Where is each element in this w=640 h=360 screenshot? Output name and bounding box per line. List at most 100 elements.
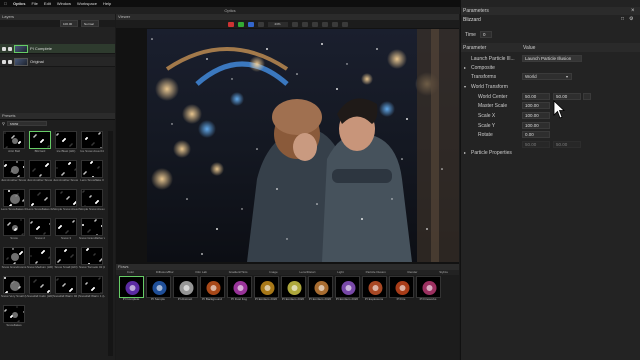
- preset-thumbnail: [3, 305, 25, 323]
- preset-item[interactable]: Snow Medium (HD): [27, 247, 53, 274]
- menu-workspace[interactable]: Workspace: [77, 0, 97, 7]
- preset-item[interactable]: Lens Snowflakes 01: [1, 189, 27, 216]
- time-field[interactable]: 0: [479, 31, 492, 38]
- flow-item[interactable]: PI Emitters 2020: [253, 276, 279, 302]
- flow-tab[interactable]: Lens/Distort: [299, 270, 315, 275]
- presets-search-input[interactable]: snow: [6, 120, 47, 126]
- preset-item[interactable]: Snowfall Warm 1 (HD): [79, 276, 105, 303]
- menu-edit[interactable]: Edit: [44, 0, 51, 7]
- preset-item[interactable]: Snowflakes: [2, 305, 26, 332]
- preset-item[interactable]: Just Another Snow 0: [27, 160, 53, 187]
- flow-tab[interactable]: Film Lab: [195, 270, 207, 275]
- apple-icon[interactable]: : [4, 0, 7, 7]
- visibility-checkbox[interactable]: [2, 46, 6, 51]
- preset-item[interactable]: Artic Ball: [2, 131, 26, 158]
- blend-mode-select[interactable]: Normal: [81, 20, 99, 27]
- world-center-x-field[interactable]: 50.00: [522, 93, 550, 100]
- layer-row-original[interactable]: Original: [0, 57, 115, 67]
- preset-item[interactable]: Snow Very Small (HD): [1, 276, 27, 303]
- flow-item[interactable]: PI Sample: [145, 276, 171, 302]
- mask-icon[interactable]: [341, 21, 348, 27]
- flow-item[interactable]: PI Abstract: [172, 276, 198, 302]
- enable-checkbox[interactable]: [8, 46, 12, 51]
- grid-icon[interactable]: [321, 21, 328, 27]
- particle-properties-row[interactable]: ▸ Particle Properties: [461, 148, 640, 157]
- flow-item[interactable]: PI Fire: [388, 276, 414, 302]
- flow-tab[interactable]: Light: [337, 270, 344, 275]
- presets-scrollbar[interactable]: [108, 131, 113, 356]
- preset-item[interactable]: Snowfall Warm 02 (HD): [53, 276, 79, 303]
- split-view-icon[interactable]: [301, 21, 308, 27]
- preset-label: Simple Snow Area 2: [79, 208, 105, 211]
- preset-label: Lens Snowflakes 02: [27, 208, 53, 211]
- scale-x-field[interactable]: 100.00: [522, 112, 550, 119]
- flow-item[interactable]: PI Fireworks: [415, 276, 441, 302]
- preset-item[interactable]: Just Another Snow 03: [53, 160, 79, 187]
- camera-icon[interactable]: [331, 21, 338, 27]
- world-transform-row[interactable]: ▾ World Transform: [461, 82, 640, 91]
- flow-tab[interactable]: Gradient/Tints: [229, 270, 248, 275]
- settings-icon[interactable]: ⚙: [629, 16, 633, 22]
- flow-tab[interactable]: Color: [127, 270, 134, 275]
- flow-item[interactable]: PI Complete: [118, 276, 144, 302]
- preset-label: Ice Blast (HD): [56, 150, 76, 153]
- menu-help[interactable]: Help: [103, 0, 111, 7]
- fit-icon[interactable]: [291, 21, 298, 27]
- alpha-icon[interactable]: [257, 21, 264, 27]
- flow-item[interactable]: PI Background: [199, 276, 225, 302]
- world-center-picker[interactable]: [583, 93, 591, 100]
- flow-item[interactable]: PI Emitters 2020: [280, 276, 306, 302]
- preset-item[interactable]: Snowfall Calm (HD): [27, 276, 53, 303]
- master-scale-field[interactable]: 100.00: [522, 102, 550, 109]
- preset-item[interactable]: Simple Snow Area 2: [79, 189, 105, 216]
- flow-item[interactable]: PI Emitters 2020: [307, 276, 333, 302]
- menu-app[interactable]: Optics: [13, 0, 25, 7]
- rotate-field[interactable]: 0.00: [522, 131, 550, 138]
- preset-item[interactable]: Snow Grandmoms: [2, 247, 26, 274]
- flow-thumbnail: [415, 276, 441, 298]
- layer-opacity-field[interactable]: 100.00: [60, 20, 78, 27]
- flow-tab[interactable]: Stylize: [439, 270, 448, 275]
- red-channel-icon[interactable]: [227, 21, 234, 27]
- preset-item[interactable]: Snow Tornado 02 (HD): [79, 247, 105, 274]
- compare-icon[interactable]: [311, 21, 318, 27]
- world-center-y-field[interactable]: 50.00: [553, 93, 581, 100]
- preset-thumbnail: [81, 218, 103, 236]
- menu-window[interactable]: Window: [57, 0, 71, 7]
- preset-item[interactable]: Snow: [2, 218, 26, 245]
- preset-item[interactable]: Lens Snowflake 0: [80, 160, 104, 187]
- save-icon[interactable]: □: [621, 16, 624, 22]
- composite-row[interactable]: ▸ Composite: [461, 63, 640, 72]
- close-icon[interactable]: ×: [631, 7, 635, 15]
- transforms-select[interactable]: World: [522, 73, 572, 80]
- preset-item[interactable]: Snow Small (HD): [54, 247, 78, 274]
- preset-item[interactable]: Lens Snowflakes 02: [27, 189, 53, 216]
- visibility-checkbox[interactable]: [2, 59, 6, 64]
- preset-item[interactable]: Just Another Snow 01: [1, 160, 27, 187]
- preset-item[interactable]: Blizzard: [28, 131, 52, 158]
- world-transform-label: World Transform: [471, 83, 508, 90]
- preset-item[interactable]: Snow Grandfather 2: [79, 218, 105, 245]
- preset-item[interactable]: Simple Snow Area 01: [53, 189, 79, 216]
- green-channel-icon[interactable]: [237, 21, 244, 27]
- layer-row-pi-complete[interactable]: PI Complete: [0, 44, 115, 54]
- flow-tab[interactable]: Particle Illusion: [366, 270, 386, 275]
- flow-item[interactable]: PI Dust Fog: [226, 276, 252, 302]
- blue-channel-icon[interactable]: [247, 21, 254, 27]
- preset-item[interactable]: Snow 3: [54, 218, 78, 245]
- flow-tab[interactable]: Diffusion/Blur: [156, 270, 174, 275]
- preset-item[interactable]: Ice Blast (HD): [54, 131, 78, 158]
- viewer-canvas[interactable]: [147, 29, 459, 262]
- preset-item[interactable]: Ice Snow Area 04: [80, 131, 104, 158]
- preset-item[interactable]: Snow 2: [28, 218, 52, 245]
- flow-tab[interactable]: Render: [408, 270, 418, 275]
- preset-label: Artic Ball: [8, 150, 20, 153]
- flow-item[interactable]: PI Explosions: [361, 276, 387, 302]
- flow-item[interactable]: PI Emitters 2020: [334, 276, 360, 302]
- viewer-zoom-select[interactable]: 23%: [267, 21, 288, 27]
- enable-checkbox[interactable]: [8, 59, 12, 64]
- scale-y-field[interactable]: 100.00: [522, 122, 550, 129]
- flow-tab[interactable]: Image: [269, 270, 277, 275]
- launch-particle-illusion-button[interactable]: Launch Particle Illusion: [522, 55, 582, 62]
- menu-file[interactable]: File: [31, 0, 37, 7]
